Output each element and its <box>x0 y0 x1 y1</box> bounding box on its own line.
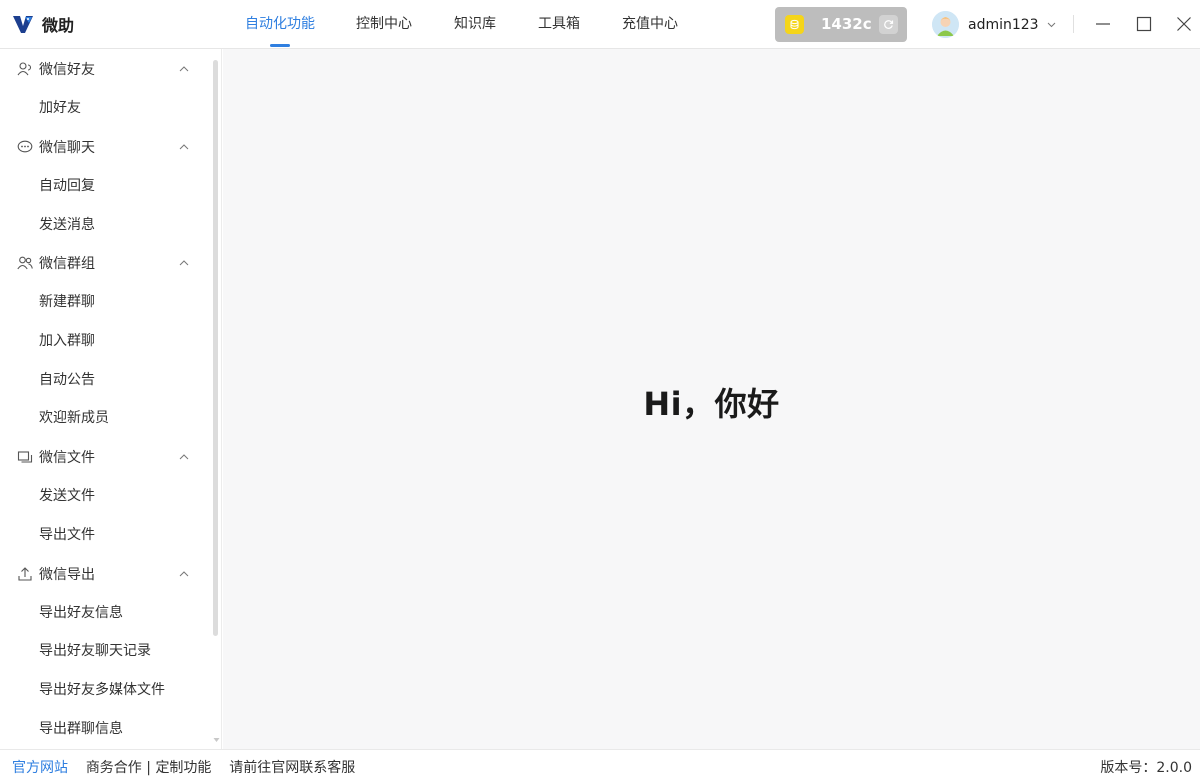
sidebar-item-export-friend-media[interactable]: 导出好友多媒体文件 <box>0 671 210 709</box>
sidebar-item-welcome-new-members[interactable]: 欢迎新成员 <box>0 399 210 437</box>
tab-knowledge-base[interactable]: 知识库 <box>454 0 496 49</box>
user-menu[interactable]: admin123 <box>932 10 1056 39</box>
custom-feature-link[interactable]: 定制功能 <box>155 760 211 776</box>
sidebar-item-auto-announcement[interactable]: 自动公告 <box>0 361 210 399</box>
official-site-link[interactable]: 官方网站 <box>12 760 68 776</box>
version-label: 版本号：2.0.0 <box>1100 760 1192 776</box>
business-cooperation-link[interactable]: 商务合作 <box>86 760 142 776</box>
sidebar-group-label: 微信好友 <box>39 62 95 78</box>
username: admin123 <box>968 16 1039 33</box>
sidebar-item-export-friend-info[interactable]: 导出好友信息 <box>0 594 210 632</box>
sidebar-item-export-file[interactable]: 导出文件 <box>0 516 210 554</box>
sidebar-scrollbar-thumb[interactable] <box>213 60 218 636</box>
top-bar: 微助 自动化功能 控制中心 知识库 工具箱 充值中心 1432c admin12… <box>0 0 1200 49</box>
sidebar-item-create-group-chat[interactable]: 新建群聊 <box>0 283 210 321</box>
close-icon <box>1177 17 1191 31</box>
footer: 官方网站 商务合作 | 定制功能 请前往官网联系客服 版本号：2.0.0 <box>0 749 1200 784</box>
coin-value: 1432c <box>821 15 872 33</box>
friend-icon <box>17 62 32 76</box>
tab-recharge[interactable]: 充值中心 <box>622 0 678 49</box>
chevron-up-icon <box>179 260 189 266</box>
tab-automation[interactable]: 自动化功能 <box>245 0 315 49</box>
coin-balance: 1432c <box>775 7 907 42</box>
sidebar-item-send-message[interactable]: 发送消息 <box>0 206 210 244</box>
app-window: 微助 自动化功能 控制中心 知识库 工具箱 充值中心 1432c admin12… <box>0 0 1200 784</box>
chevron-up-icon <box>179 454 189 460</box>
sidebar-group-wechat-files[interactable]: 微信文件 <box>0 438 210 476</box>
coin-stack-icon <box>785 15 804 34</box>
maximize-icon <box>1136 16 1152 32</box>
chevron-up-icon <box>179 571 189 577</box>
scroll-down-arrow-icon[interactable] <box>213 737 220 743</box>
sidebar: 微信好友 加好友 微信聊天 自动回复 发送消息 微信群组 新建群聊 加入群聊 自… <box>0 49 222 749</box>
sidebar-group-wechat-chat[interactable]: 微信聊天 <box>0 128 210 166</box>
window-controls-divider <box>1073 15 1074 33</box>
group-users-icon <box>17 256 33 270</box>
sidebar-group-label: 微信导出 <box>39 567 95 583</box>
tab-toolbox-label: 工具箱 <box>538 16 580 32</box>
minimize-button[interactable] <box>1093 14 1113 34</box>
brand: 微助 <box>12 12 74 36</box>
sidebar-item-send-file[interactable]: 发送文件 <box>0 477 210 515</box>
active-tab-indicator <box>270 44 290 47</box>
vz-logo-icon <box>13 16 33 33</box>
contact-support-text: 请前往官网联系客服 <box>229 760 356 776</box>
sidebar-group-wechat-export[interactable]: 微信导出 <box>0 555 210 593</box>
main-content: Hi，你好 <box>223 49 1200 749</box>
tab-control-center[interactable]: 控制中心 <box>356 0 412 49</box>
upload-icon <box>18 567 32 581</box>
tab-knowledge-base-label: 知识库 <box>454 16 496 32</box>
sidebar-group-label: 微信聊天 <box>39 140 95 156</box>
chat-bubble-icon <box>17 140 33 153</box>
minimize-icon <box>1096 23 1110 25</box>
file-icon <box>17 451 33 463</box>
user-avatar-icon <box>932 11 959 38</box>
tab-toolbox[interactable]: 工具箱 <box>538 0 580 49</box>
app-name: 微助 <box>42 16 75 35</box>
maximize-button[interactable] <box>1134 14 1154 34</box>
tab-control-center-label: 控制中心 <box>356 16 412 32</box>
sidebar-item-auto-reply[interactable]: 自动回复 <box>0 167 210 205</box>
footer-links: 官方网站 商务合作 | 定制功能 请前往官网联系客服 <box>12 750 355 784</box>
sidebar-group-wechat-friends[interactable]: 微信好友 <box>0 50 210 88</box>
sidebar-item-export-group-info[interactable]: 导出群聊信息 <box>0 710 210 748</box>
tab-recharge-label: 充值中心 <box>622 16 678 32</box>
close-button[interactable] <box>1174 14 1194 34</box>
sidebar-group-label: 微信群组 <box>39 256 95 272</box>
chevron-down-icon <box>1047 22 1055 28</box>
sidebar-group-label: 微信文件 <box>39 450 95 466</box>
sidebar-item-add-friend[interactable]: 加好友 <box>0 89 210 127</box>
greeting-text: Hi，你好 <box>643 385 780 423</box>
sidebar-item-export-friend-chat-history[interactable]: 导出好友聊天记录 <box>0 632 210 670</box>
tab-automation-label: 自动化功能 <box>245 16 315 32</box>
sidebar-group-wechat-groups[interactable]: 微信群组 <box>0 244 210 282</box>
chevron-up-icon <box>179 144 189 150</box>
sidebar-item-join-group-chat[interactable]: 加入群聊 <box>0 322 210 360</box>
chevron-up-icon <box>179 66 189 72</box>
refresh-icon[interactable] <box>879 15 898 34</box>
